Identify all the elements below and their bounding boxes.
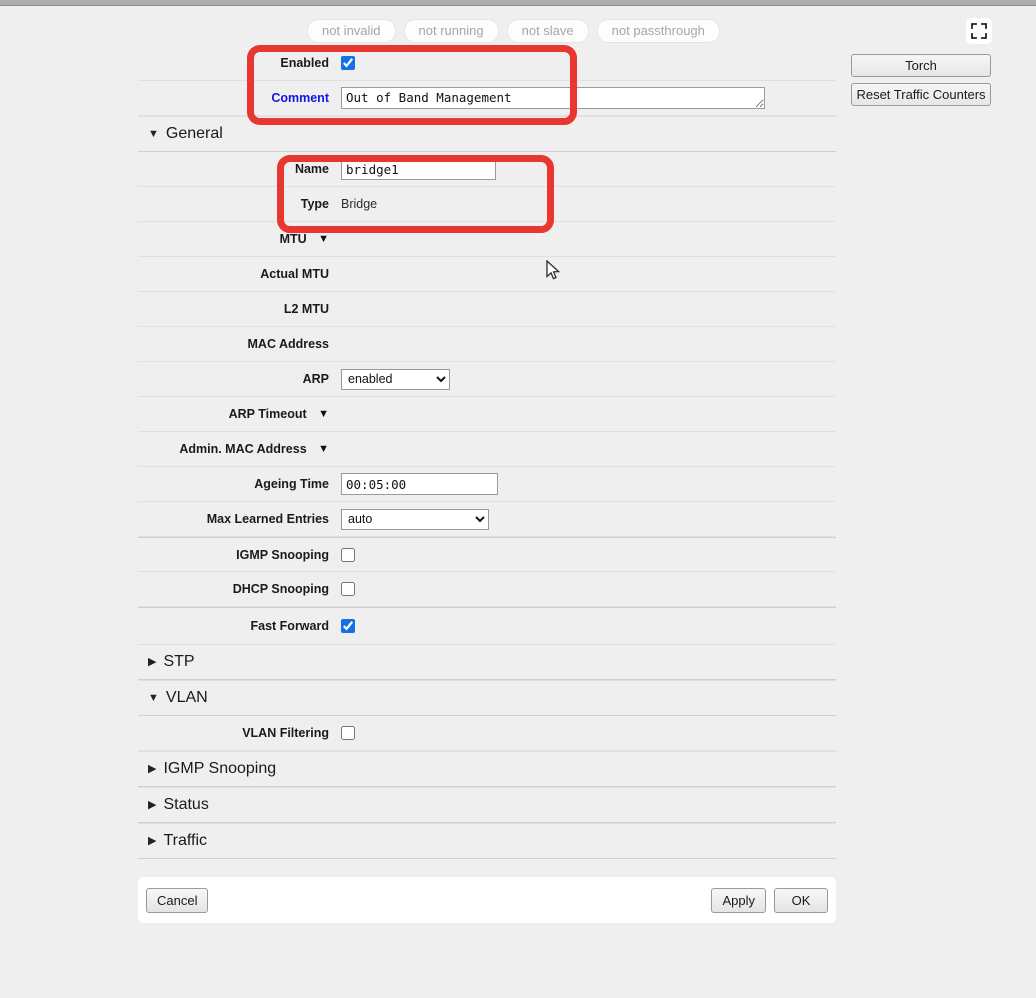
interface-form: Enabled Comment Out of Band Management ▼… [138,46,836,859]
chevron-right-icon: ▶ [148,798,157,811]
ageing-time-field [341,473,836,495]
max-learned-entries-select[interactable]: auto [341,508,489,530]
status-pill-group: not invalid not running not slave not pa… [307,19,720,43]
section-header-traffic[interactable]: ▶ Traffic [138,823,836,859]
row-arp-timeout: ARP Timeout ▼ [138,397,836,432]
status-pill-not-invalid[interactable]: not invalid [307,19,396,43]
enabled-label: Enabled [280,56,329,70]
ageing-time-label: Ageing Time [254,477,329,491]
dhcp-snooping-label: DHCP Snooping [232,582,329,596]
row-mac-address: MAC Address [138,327,836,362]
section-title-general: General [165,125,223,142]
section-title-stp: STP [163,653,195,670]
section-header-general[interactable]: ▼ General [138,116,836,152]
max-learned-entries-label: Max Learned Entries [206,512,329,526]
apply-button[interactable]: Apply [711,887,766,913]
vlan-filtering-label: VLAN Filtering [242,726,329,740]
fast-forward-label: Fast Forward [250,619,330,633]
section-header-igmp-snooping[interactable]: ▶ IGMP Snooping [138,751,836,787]
row-name: Name [138,152,836,187]
fullscreen-icon[interactable] [966,18,992,44]
arp-timeout-dropdown-icon[interactable]: ▼ [318,408,329,420]
arp-field: enabled [341,368,836,390]
section-title-traffic: Traffic [163,832,208,849]
admin-mac-address-label: Admin. MAC Address [179,442,307,456]
l2-mtu-label: L2 MTU [283,302,329,316]
mac-address-label: MAC Address [247,337,330,351]
mtu-label-group: MTU ▼ [138,230,341,248]
mtu-label: MTU [279,232,307,246]
row-vlan-filtering: VLAN Filtering [138,716,836,751]
torch-button[interactable]: Torch [851,54,991,77]
chevron-right-icon: ▶ [148,655,157,668]
type-label: Type [300,197,329,211]
igmp-snooping-field [341,547,836,562]
status-pill-not-slave[interactable]: not slave [506,19,589,43]
status-pill-not-passthrough[interactable]: not passthrough [596,19,720,43]
arp-label: ARP [302,372,329,386]
reset-traffic-counters-button[interactable]: Reset Traffic Counters [851,83,991,106]
name-field [341,158,836,180]
row-enabled: Enabled [138,46,836,81]
admin-mac-label-group: Admin. MAC Address ▼ [138,440,341,458]
section-title-igmp-snooping: IGMP Snooping [163,760,277,777]
type-field: Bridge [341,197,836,211]
section-header-stp[interactable]: ▶ STP [138,644,836,680]
name-input[interactable] [341,158,496,180]
row-igmp-snooping: IGMP Snooping [138,537,836,572]
fullscreen-glyph [971,23,987,39]
type-value: Bridge [341,197,378,211]
fast-forward-field [341,619,836,633]
admin-mac-dropdown-icon[interactable]: ▼ [318,443,329,455]
section-title-status: Status [163,796,209,813]
row-dhcp-snooping: DHCP Snooping [138,572,836,607]
row-arp: ARP enabled [138,362,836,397]
row-l2-mtu: L2 MTU [138,292,836,327]
igmp-snooping-checkbox[interactable] [341,547,355,562]
row-actual-mtu: Actual MTU [138,257,836,292]
row-max-learned-entries: Max Learned Entries auto [138,502,836,537]
igmp-snooping-label: IGMP Snooping [236,547,329,562]
bridge-interface-dialog: not invalid not running not slave not pa… [0,0,1036,998]
chevron-right-icon: ▶ [148,834,157,847]
row-mtu: MTU ▼ [138,222,836,257]
vlan-filtering-checkbox[interactable] [341,726,355,740]
max-learned-entries-field: auto [341,508,836,530]
row-ageing-time: Ageing Time [138,467,836,502]
browser-chrome-strip [0,0,1036,6]
section-header-vlan[interactable]: ▼ VLAN [138,680,836,716]
chevron-down-icon: ▼ [148,691,159,704]
cancel-button[interactable]: Cancel [146,887,209,913]
enabled-checkbox[interactable] [341,56,355,70]
row-comment: Comment Out of Band Management [138,81,836,116]
comment-label[interactable]: Comment [138,91,341,105]
vlan-filtering-field [341,726,836,740]
status-pill-not-running[interactable]: not running [403,19,499,43]
name-label: Name [294,162,329,176]
comment-field: Out of Band Management [341,87,836,109]
chevron-right-icon: ▶ [148,762,157,775]
ok-button[interactable]: OK [774,887,828,913]
dhcp-snooping-field [341,582,836,596]
arp-select[interactable]: enabled [341,368,450,390]
enabled-field [341,56,836,70]
fast-forward-checkbox[interactable] [341,619,355,633]
dhcp-snooping-checkbox[interactable] [341,582,355,596]
arp-timeout-label-group: ARP Timeout ▼ [138,405,341,423]
row-type: Type Bridge [138,187,836,222]
actual-mtu-label: Actual MTU [260,267,329,281]
arp-timeout-label: ARP Timeout [228,407,307,421]
mtu-dropdown-icon[interactable]: ▼ [318,233,329,245]
section-title-vlan: VLAN [165,689,208,706]
dialog-footer: Cancel Apply OK [138,877,836,923]
row-admin-mac-address: Admin. MAC Address ▼ [138,432,836,467]
section-header-status[interactable]: ▶ Status [138,787,836,823]
row-fast-forward: Fast Forward [138,607,836,644]
ageing-time-input[interactable] [341,473,498,495]
footer-primary-actions: Apply OK [711,887,828,913]
comment-input[interactable]: Out of Band Management [341,87,765,109]
chevron-down-icon: ▼ [148,127,159,140]
